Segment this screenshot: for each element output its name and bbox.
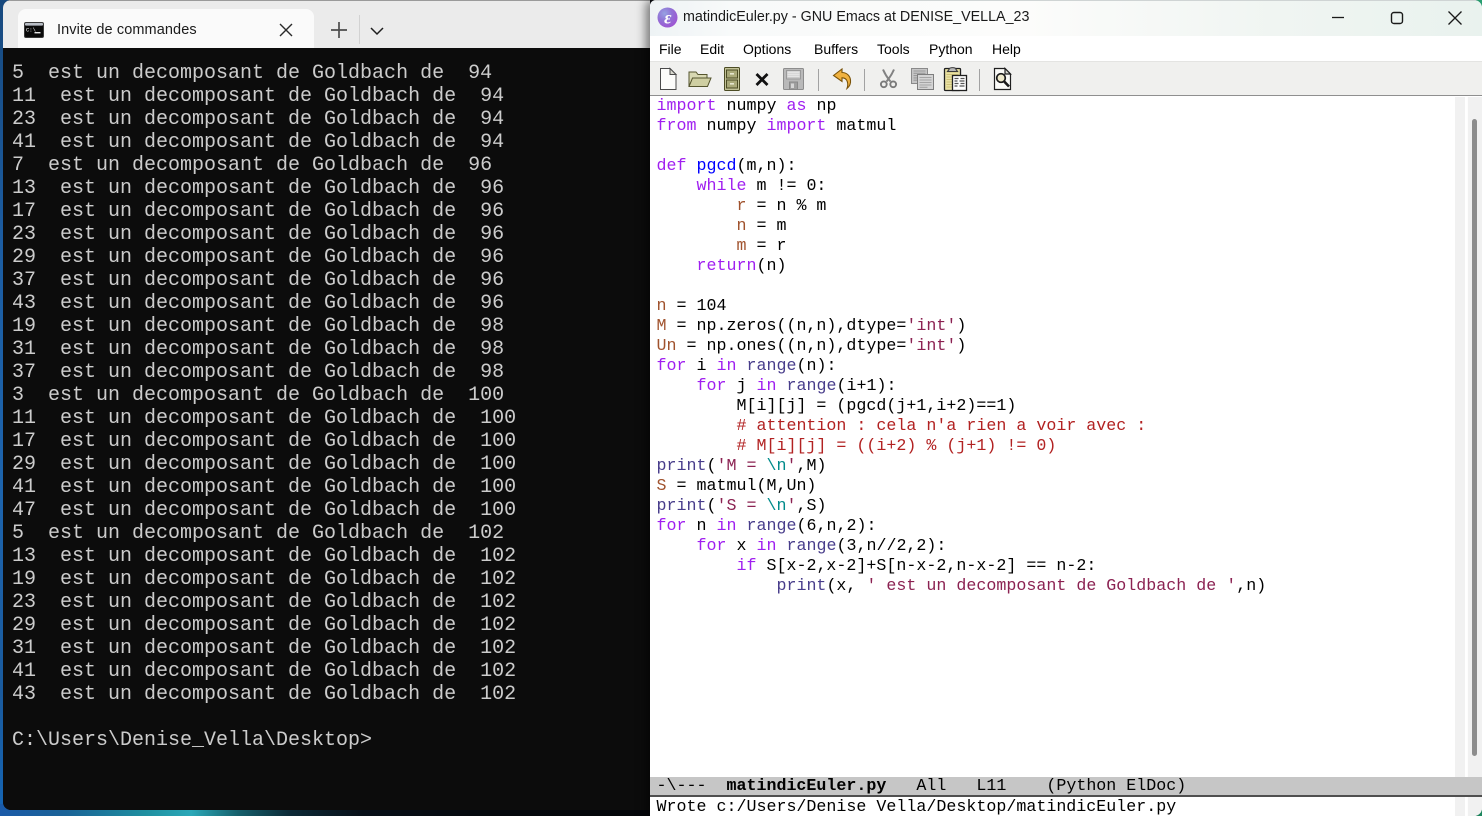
svg-text:C:\: C:\ — [26, 27, 36, 34]
svg-text:ε: ε — [664, 8, 672, 28]
